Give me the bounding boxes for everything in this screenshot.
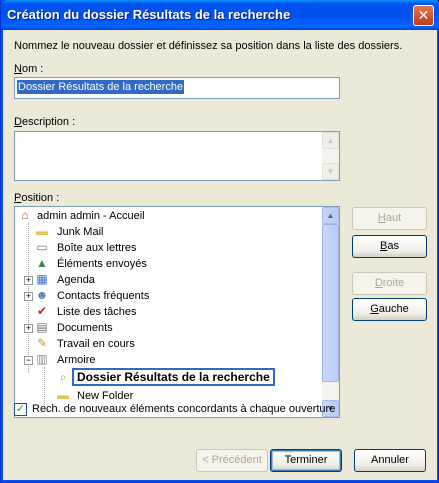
finish-button[interactable]: Terminer [270, 449, 342, 472]
dialog-body: Nommez le nouveau dossier et définissez … [4, 30, 437, 480]
calendar-icon: ▦ [36, 272, 48, 286]
folder-tree[interactable]: ⌂ admin admin - Accueil ▬ Junk Mail ▭ Bo… [14, 206, 340, 418]
scroll-down-button[interactable]: ▼ [322, 163, 339, 180]
tree-scrollbar[interactable]: ▲ ▼ [322, 207, 339, 417]
title-bar[interactable]: Création du dossier Résultats de la rech… [1, 0, 439, 30]
cabinet-icon: ▥ [36, 352, 48, 366]
name-label: Nom : [14, 63, 44, 75]
expand-icon[interactable]: + [24, 276, 33, 285]
close-icon: ✕ [417, 7, 430, 23]
position-label: Position : [14, 192, 60, 204]
scroll-up-button[interactable]: ▲ [322, 132, 339, 149]
move-down-button[interactable]: Bas [352, 235, 427, 258]
contacts-icon: ☻ [35, 288, 49, 302]
search-on-open-label: Rech. de nouveaux éléments concordants à… [32, 403, 336, 415]
dialog-window: Création du dossier Résultats de la rech… [0, 0, 439, 483]
documents-icon: ▤ [36, 320, 48, 334]
sent-items-icon: ▲ [36, 256, 48, 270]
description-textarea[interactable]: ▲ ▼ [14, 131, 340, 181]
expand-icon[interactable]: + [24, 292, 33, 301]
scroll-down-icon: ▼ [326, 167, 335, 176]
window-title: Création du dossier Résultats de la rech… [7, 7, 291, 22]
mailbox-icon: ▭ [36, 240, 48, 254]
home-icon: ⌂ [21, 208, 29, 222]
description-label: Description : [14, 116, 76, 128]
scroll-up-icon: ▲ [326, 136, 335, 145]
selected-tree-item-label: Dossier Résultats de la recherche [72, 368, 275, 386]
checkmark-icon: ✓ [15, 403, 26, 415]
folder-icon: ▬ [36, 224, 48, 238]
intro-text: Nommez le nouveau dossier et définissez … [14, 40, 403, 52]
scroll-up-button[interactable]: ▲ [322, 207, 339, 224]
search-folder-icon: ⌕ [59, 370, 67, 384]
move-left-button[interactable]: Gauche [352, 298, 427, 321]
tree-line [44, 367, 45, 407]
scroll-thumb[interactable] [322, 224, 339, 382]
folder-icon: ▬ [57, 388, 69, 402]
checklist-icon: ✔ [36, 304, 48, 318]
previous-button[interactable]: < Précédent [196, 449, 268, 472]
work-in-progress-icon: ✎ [36, 336, 48, 350]
move-right-button[interactable]: Droite [352, 272, 427, 295]
move-up-button[interactable]: Haut [352, 207, 427, 230]
cancel-button[interactable]: Annuler [354, 449, 426, 472]
name-input[interactable]: Dossier Résultats de la recherche [14, 77, 340, 99]
name-input-value: Dossier Résultats de la recherche [17, 80, 185, 94]
scroll-up-icon: ▲ [326, 211, 335, 220]
description-scrollbar[interactable]: ▲ ▼ [322, 132, 339, 180]
collapse-icon[interactable]: − [24, 356, 33, 365]
close-button[interactable]: ✕ [413, 5, 434, 26]
search-on-open-checkbox[interactable]: ✓ [14, 403, 27, 416]
expand-icon[interactable]: + [24, 324, 33, 333]
